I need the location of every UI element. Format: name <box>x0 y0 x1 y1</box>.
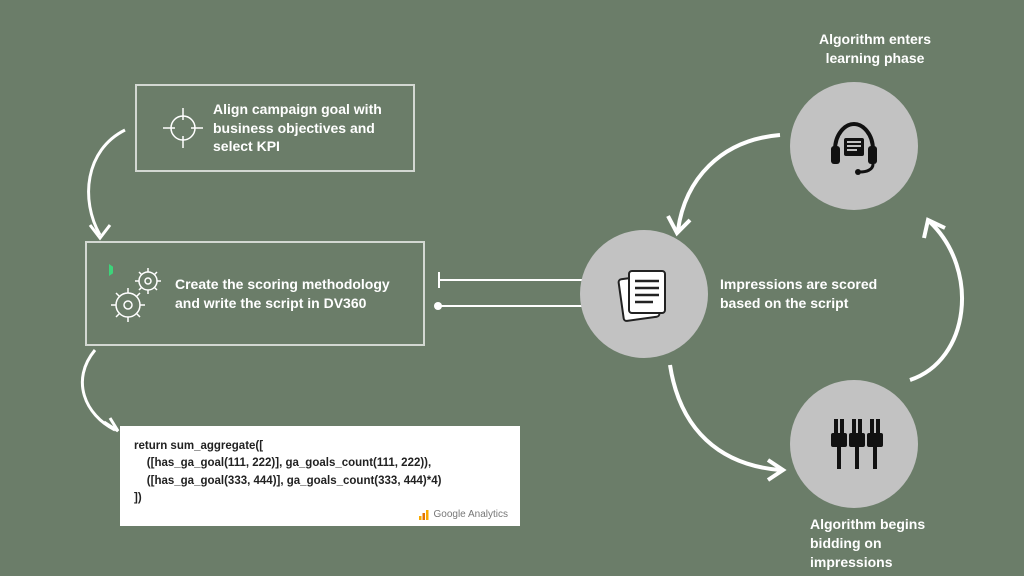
arrow-learning-to-bidding <box>890 210 1000 390</box>
code-snippet: return sum_aggregate([ ([has_ga_goal(111… <box>120 426 520 526</box>
connector-line-bottom <box>440 305 590 307</box>
crosshair-icon <box>153 104 213 152</box>
connectors-icon <box>819 409 889 479</box>
code-line-2: ([has_ga_goal(111, 222)], ga_goals_count… <box>134 455 506 472</box>
node-bidding <box>790 380 918 508</box>
document-icon <box>609 259 679 329</box>
code-line-1: return sum_aggregate([ <box>134 438 506 455</box>
step-create-script: Create the scoring methodology and write… <box>85 241 425 346</box>
connector-line-top <box>438 279 588 281</box>
code-line-4: ]) <box>134 490 506 507</box>
label-learning: Algorithm enters learning phase <box>800 30 950 68</box>
learning-headset-icon <box>818 110 890 182</box>
node-learning-phase <box>790 82 918 210</box>
play-icon <box>105 261 123 279</box>
ga-logo-icon <box>418 509 430 521</box>
gears-icon <box>103 259 175 329</box>
arrow-impressions-to-learning <box>660 120 800 250</box>
step1-text: Align campaign goal with business object… <box>213 100 397 157</box>
code-line-3: ([has_ga_goal(333, 444)], ga_goals_count… <box>134 473 506 490</box>
step-align-goal: Align campaign goal with business object… <box>135 84 415 172</box>
arrow-bidding-to-impressions <box>650 350 800 490</box>
step2-text: Create the scoring methodology and write… <box>175 275 407 313</box>
google-analytics-badge: Google Analytics <box>418 507 509 522</box>
arrow-step1-to-step2 <box>70 120 140 260</box>
label-bidding: Algorithm begins bidding on impressions <box>810 515 950 572</box>
